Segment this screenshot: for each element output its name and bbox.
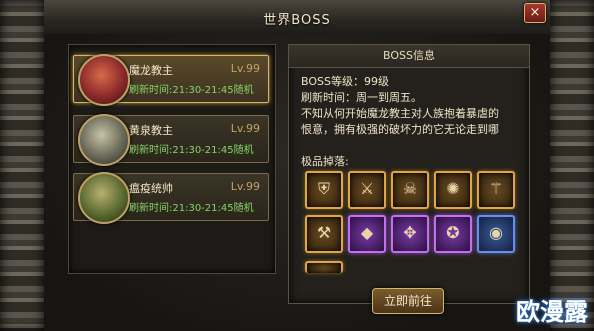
boss-refresh-time: 刷新时间:21:30-21:45随机 bbox=[129, 145, 254, 156]
coin-icon[interactable]: ✪ bbox=[434, 215, 472, 253]
skull-icon[interactable]: ☠ bbox=[391, 171, 429, 209]
boss-level: Lv.99 bbox=[230, 122, 260, 135]
watermark-logo: 欧漫露 bbox=[516, 298, 588, 326]
staff-icon[interactable]: ⚒ bbox=[305, 215, 343, 253]
boss-desc-line: 不知从何开始魔龙教主对人族抱着暴虐的 bbox=[301, 107, 499, 120]
boss-desc-line: 恨意，拥有极强的破坏力的它无论走到哪 bbox=[301, 123, 499, 136]
boss-level: Lv.99 bbox=[230, 180, 260, 193]
item-icon[interactable] bbox=[305, 261, 343, 273]
armor-icon[interactable]: ⛨ bbox=[305, 171, 343, 209]
boss-avatar-icon bbox=[78, 172, 130, 224]
boss-list-item[interactable]: 瘟疫统帅 Lv.99 刷新时间:21:30-21:45随机 bbox=[73, 172, 269, 224]
gem-icon[interactable]: ◆ bbox=[348, 215, 386, 253]
frame-right-border bbox=[550, 0, 594, 331]
sword-icon[interactable]: ⚔ bbox=[348, 171, 386, 209]
boss-refresh-time: 刷新时间:21:30-21:45随机 bbox=[129, 85, 254, 96]
blade-icon[interactable]: ⚚ bbox=[477, 171, 515, 209]
frame-left-border bbox=[0, 0, 44, 331]
boss-list-item[interactable]: 魔龙教主 Lv.99 刷新时间:21:30-21:45随机 bbox=[73, 54, 269, 106]
boss-refresh-time: 刷新时间:21:30-21:45随机 bbox=[129, 203, 254, 214]
close-button[interactable]: × bbox=[524, 3, 546, 23]
boss-refresh-line: 刷新时间：周一到周五。 bbox=[301, 91, 422, 104]
boss-name: 瘟疫统帅 bbox=[129, 182, 173, 195]
go-now-button[interactable]: 立即前往 bbox=[372, 288, 444, 314]
info-header: BOSS信息 bbox=[289, 45, 529, 68]
boss-description: BOSS等级：99级 刷新时间：周一到周五。 不知从何开始魔龙教主对人族抱着暴虐… bbox=[301, 74, 521, 138]
boss-info-panel: BOSS信息 BOSS等级：99级 刷新时间：周一到周五。 不知从何开始魔龙教主… bbox=[288, 44, 530, 304]
boss-list-panel: 魔龙教主 Lv.99 刷新时间:21:30-21:45随机 黄泉教主 Lv.99… bbox=[68, 44, 276, 274]
boss-level: Lv.99 bbox=[230, 62, 260, 75]
window-title: 世界BOSS bbox=[263, 13, 331, 28]
boss-list-item[interactable]: 黄泉教主 Lv.99 刷新时间:21:30-21:45随机 bbox=[73, 114, 269, 166]
shield-icon[interactable]: ◉ bbox=[477, 215, 515, 253]
drops-label: 极品掉落: bbox=[301, 155, 349, 168]
gear-icon[interactable]: ✺ bbox=[434, 171, 472, 209]
boss-avatar-icon bbox=[78, 114, 130, 166]
boss-level-line: BOSS等级：99级 bbox=[301, 75, 389, 88]
chain-icon[interactable]: ✥ bbox=[391, 215, 429, 253]
boss-name: 魔龙教主 bbox=[129, 64, 173, 77]
boss-name: 黄泉教主 bbox=[129, 124, 173, 137]
boss-avatar-icon bbox=[78, 54, 130, 106]
